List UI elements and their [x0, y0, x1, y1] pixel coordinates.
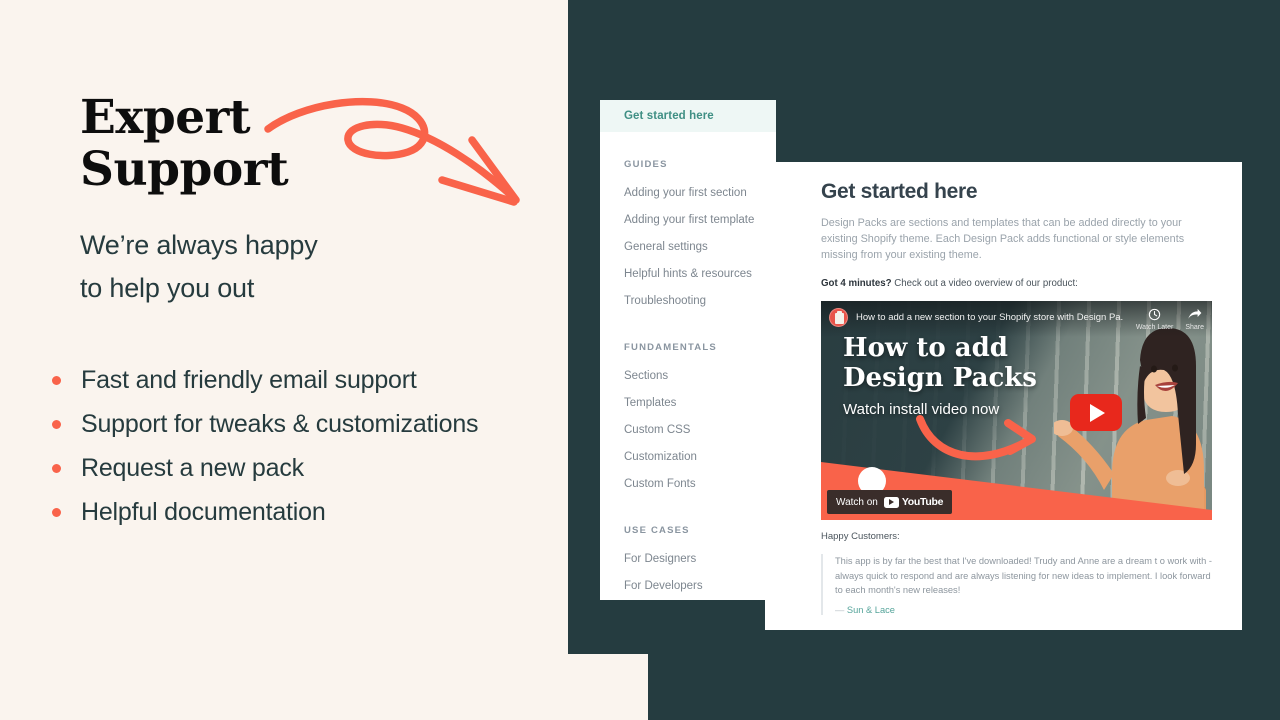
sidebar-group-title-guides: GUIDES: [624, 159, 668, 170]
video-cta-line: Got 4 minutes? Check out a video overvie…: [821, 277, 1212, 291]
subheadline-line-2: to help you out: [80, 273, 255, 303]
list-item: Fast and friendly email support: [52, 358, 478, 402]
testimonial-author: — Sun & Lace: [835, 605, 1212, 615]
share-arrow-icon: [1185, 308, 1204, 323]
list-item-label: Helpful documentation: [81, 498, 326, 526]
youtube-logo-icon: YouTube: [883, 496, 944, 509]
sidebar-group-title-use-cases: USE CASES: [624, 525, 690, 536]
list-item-label: Request a new pack: [81, 454, 304, 482]
video-cta-bold: Got 4 minutes?: [821, 278, 892, 290]
bullet-dot-icon: [52, 419, 61, 429]
youtube-wordmark: YouTube: [901, 496, 944, 509]
video-player[interactable]: How to add a new section to your Shopify…: [821, 301, 1212, 521]
sidebar-item-custom-fonts[interactable]: Custom Fonts: [600, 471, 776, 498]
testimonial-text: This app is by far the best that I've do…: [835, 556, 1212, 596]
watch-later-button[interactable]: Watch Later: [1136, 308, 1173, 331]
list-item: Support for tweaks & customizations: [52, 402, 479, 446]
youtube-play-icon[interactable]: [1070, 394, 1122, 432]
sidebar-item-for-developers[interactable]: For Developers: [600, 573, 776, 600]
watch-on-label: Watch on: [836, 496, 878, 508]
sidebar-item-helpful-hints[interactable]: Helpful hints & resources: [600, 261, 776, 288]
sidebar-item-adding-first-template[interactable]: Adding your first template: [600, 207, 776, 234]
testimonial-quote: This app is by far the best that I've do…: [821, 554, 1212, 615]
list-item-label: Fast and friendly email support: [81, 366, 417, 394]
feature-list: Fast and friendly email support Support …: [52, 358, 479, 534]
video-cta-rest: Check out a video overview of our produc…: [891, 278, 1078, 290]
video-top-bar: How to add a new section to your Shopify…: [821, 301, 1212, 338]
testimonial-dash: —: [835, 604, 847, 615]
content-paragraph: Design Packs are sections and templates …: [821, 217, 1185, 261]
list-item: Request a new pack: [52, 446, 478, 490]
sidebar-item-for-designers[interactable]: For Designers: [600, 546, 776, 573]
video-overlay-line-2: Design Packs: [843, 363, 1037, 394]
docs-sidebar: Get started here GUIDES Adding your firs…: [600, 100, 776, 600]
list-item-label: Support for tweaks & customizations: [81, 410, 479, 438]
video-title[interactable]: How to add a new section to your Shopify…: [856, 308, 1124, 327]
clock-icon: [1136, 308, 1173, 323]
subheadline: We’re always happy to help you out: [80, 224, 318, 310]
bullet-dot-icon: [52, 375, 61, 385]
sidebar-item-custom-css[interactable]: Custom CSS: [600, 417, 776, 444]
channel-avatar-icon: [829, 308, 848, 328]
page-title: Expert Support: [80, 90, 289, 197]
share-button[interactable]: Share: [1185, 308, 1204, 331]
sidebar-item-customization[interactable]: Customization: [600, 444, 776, 471]
watch-later-label: Watch Later: [1135, 324, 1174, 332]
curly-arrow-icon: [262, 92, 534, 212]
sidebar-item-get-started[interactable]: Get started here: [600, 100, 776, 132]
sidebar-item-sections[interactable]: Sections: [600, 363, 776, 390]
play-triangle-icon: [1090, 403, 1105, 422]
testimonial-label: Happy Customers:: [821, 531, 900, 543]
docs-main-content: Get started here Design Packs are sectio…: [765, 162, 1242, 630]
left-bottom-notch: [0, 654, 648, 720]
sidebar-group-title-fundamentals: FUNDAMENTALS: [624, 342, 717, 353]
testimonial-author-name: Sun & Lace: [846, 604, 895, 615]
sidebar-item-templates[interactable]: Templates: [600, 390, 776, 417]
video-overlay-line-1: How to add: [843, 333, 1008, 364]
headline-line-2: Support: [80, 142, 289, 197]
video-overlay-headline: How to add Design Packs: [843, 333, 1037, 393]
content-title: Get started here: [821, 180, 978, 203]
list-item: Helpful documentation: [52, 490, 478, 534]
watch-on-youtube-badge[interactable]: Watch on YouTube: [827, 490, 953, 515]
bullet-dot-icon: [52, 507, 61, 517]
sidebar-item-troubleshooting[interactable]: Troubleshooting: [600, 288, 776, 315]
share-label: Share: [1185, 324, 1204, 332]
headline-line-1: Expert: [80, 90, 251, 145]
sidebar-item-general-settings[interactable]: General settings: [600, 234, 776, 261]
subheadline-line-1: We’re always happy: [80, 230, 318, 260]
bullet-dot-icon: [52, 463, 61, 473]
sidebar-item-adding-first-section[interactable]: Adding your first section: [600, 180, 776, 207]
